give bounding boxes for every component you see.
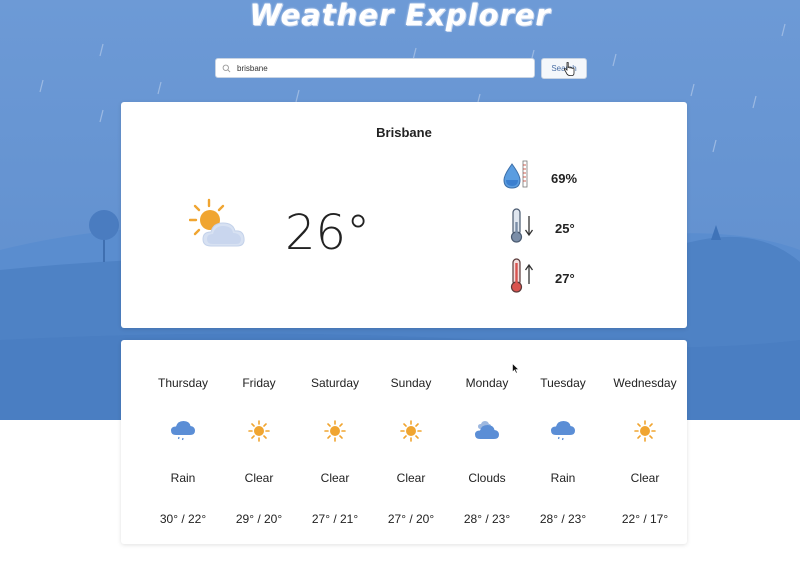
rain-icon <box>549 418 577 444</box>
max-temperature-value: 27° <box>555 271 575 286</box>
forecast-day-name: Wednesday <box>613 376 677 390</box>
city-name: Brisbane <box>376 125 432 140</box>
forecast-day-name: Tuesday <box>540 376 586 390</box>
search-icon <box>222 64 231 72</box>
search-input-value: brisbane <box>237 63 268 73</box>
sun-icon <box>631 418 659 444</box>
thermometer-up-icon <box>510 258 534 293</box>
rain-icon <box>169 418 197 444</box>
forecast-card: Thursday Rain 30° / 22° Friday Clear 29° / 20… <box>121 340 687 544</box>
sun-icon <box>245 418 273 444</box>
forecast-day-name: Monday <box>465 376 509 390</box>
forecast-condition: Rain <box>550 471 576 485</box>
forecast-condition: Clear <box>630 471 660 485</box>
sun-icon <box>321 418 349 444</box>
forecast-temperature-range: 27° / 20° <box>387 512 435 526</box>
forecast-day-name: Thursday <box>157 376 209 390</box>
forecast-condition: Rain <box>170 471 196 485</box>
forecast-condition: Clear <box>396 471 426 485</box>
humidity-icon <box>503 160 528 189</box>
forecast-day-name: Sunday <box>390 376 432 390</box>
forecast-day-name: Friday <box>242 376 276 390</box>
app-title: Weather Explorer <box>249 0 551 32</box>
sun-icon <box>397 418 425 444</box>
current-temperature: 26° <box>285 205 371 261</box>
search-input[interactable]: brisbane <box>215 58 535 78</box>
humidity-value: 69% <box>551 171 578 186</box>
partly-cloudy-icon <box>189 198 245 247</box>
forecast-temperature-range: 27° / 21° <box>311 512 359 526</box>
current-weather-card: Brisbane 26° 69% 25° 27° <box>121 102 687 328</box>
forecast-temperature-range: 22° / 17° <box>621 512 669 526</box>
forecast-condition: Clouds <box>468 471 506 485</box>
forecast-day-name: Saturday <box>310 376 360 390</box>
min-temperature-value: 25° <box>555 221 575 236</box>
forecast-temperature-range: 30° / 22° <box>159 512 207 526</box>
forecast-temperature-range: 28° / 23° <box>463 512 511 526</box>
forecast-temperature-range: 28° / 23° <box>539 512 587 526</box>
forecast-condition: Clear <box>244 471 274 485</box>
mouse-cursor-icon <box>512 363 520 374</box>
forecast-temperature-range: 29° / 20° <box>235 512 283 526</box>
clouds-icon <box>473 418 501 444</box>
thermometer-down-icon <box>510 208 534 243</box>
hand-cursor-icon <box>563 62 575 76</box>
forecast-condition: Clear <box>320 471 350 485</box>
